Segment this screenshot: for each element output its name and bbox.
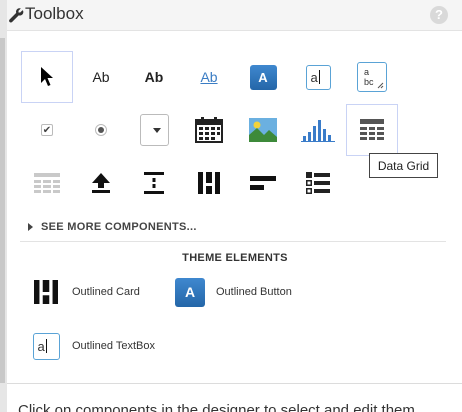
outlined-button-icon: A [174, 276, 206, 308]
button-icon: A [249, 64, 277, 90]
textbox-icon-text: a [310, 69, 318, 85]
bold-label-icon: Ab [144, 69, 164, 85]
help-icon[interactable]: ? [430, 6, 448, 24]
theme-item-outlined-button[interactable]: A Outlined Button [174, 276, 292, 308]
label-icon: Ab [92, 69, 110, 85]
toolbox-title: Toolbox [25, 4, 84, 23]
tool-bold-label[interactable]: Ab [128, 51, 180, 103]
outlined-card-icon [30, 276, 62, 308]
textarea-line-1: a [364, 67, 370, 77]
see-more-components-link[interactable]: SEE MORE COMPONENTS... [28, 221, 197, 233]
tool-hyperlink[interactable]: Ab [183, 51, 235, 103]
expand-triangle-icon [28, 223, 33, 231]
tool-textarea[interactable]: a bc [346, 51, 398, 103]
toolbox-header: Toolbox ? [7, 0, 462, 31]
tool-spacer[interactable] [128, 157, 180, 209]
tool-data-grid[interactable] [346, 104, 398, 156]
theme-item-outlined-textbox[interactable]: a Outlined TextBox [30, 330, 155, 362]
tool-textbox[interactable]: a [292, 51, 344, 103]
radio-button-icon [95, 124, 107, 136]
tool-card[interactable] [183, 157, 235, 209]
footer-hint-text: Click on components in the designer to s… [18, 402, 415, 412]
pointer-icon [41, 67, 53, 86]
tool-image[interactable] [237, 104, 289, 156]
hyperlink-icon: Ab [200, 69, 218, 85]
repeater-icon [34, 173, 60, 193]
outlined-textbox-icon: a [30, 330, 62, 362]
textbox-icon: a [305, 64, 331, 90]
checkbox-icon: ✔ [41, 124, 53, 136]
tool-calendar[interactable] [183, 104, 235, 156]
tool-button[interactable]: A [237, 51, 289, 103]
tool-chart[interactable] [292, 104, 344, 156]
tooltip: Data Grid [369, 153, 438, 178]
dropdown-icon [139, 114, 169, 146]
list-icon [306, 172, 330, 194]
tool-list[interactable] [292, 157, 344, 209]
theme-elements-title: THEME ELEMENTS [182, 252, 288, 264]
tool-progress-bar[interactable] [237, 157, 289, 209]
textarea-icon: a bc [357, 62, 387, 92]
chart-icon [301, 120, 335, 142]
outlined-button-glyph: A [175, 277, 205, 307]
wrench-icon [9, 8, 24, 23]
scrollbar[interactable] [0, 38, 5, 383]
see-more-label: SEE MORE COMPONENTS... [41, 221, 197, 233]
tool-pointer[interactable] [21, 51, 73, 103]
progress-bar-icon [250, 176, 276, 190]
upload-icon [92, 173, 110, 193]
theme-item-outlined-card[interactable]: Outlined Card [30, 276, 140, 308]
resize-grip-icon [377, 82, 384, 89]
tool-repeater[interactable] [21, 157, 73, 209]
data-grid-icon [360, 119, 384, 140]
tool-upload[interactable] [75, 157, 127, 209]
calendar-icon [195, 117, 223, 143]
outlined-textbox-label: Outlined TextBox [72, 340, 155, 352]
spacer-icon [144, 172, 164, 194]
left-rail [0, 0, 7, 412]
card-icon [198, 172, 220, 194]
section-divider [20, 241, 446, 242]
tool-checkbox[interactable]: ✔ [21, 104, 73, 156]
outlined-button-label: Outlined Button [216, 286, 292, 298]
footer-divider [7, 383, 462, 384]
image-icon [249, 118, 277, 142]
tool-dropdown[interactable] [128, 104, 180, 156]
outlined-card-label: Outlined Card [72, 286, 140, 298]
outlined-textbox-text: a [37, 338, 45, 354]
outlined-textbox-glyph: a [32, 332, 60, 360]
tool-label[interactable]: Ab [75, 51, 127, 103]
tool-radio[interactable] [75, 104, 127, 156]
